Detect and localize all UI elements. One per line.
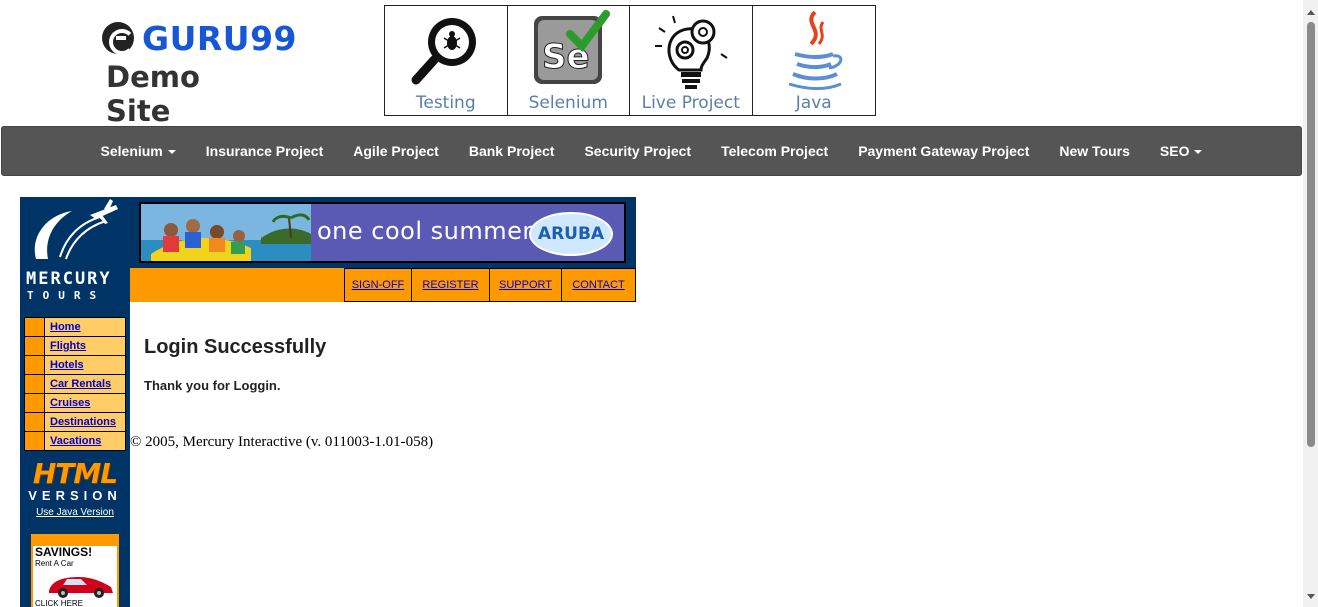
nav-label: SEO — [1159, 143, 1190, 159]
menu-bullet — [25, 318, 45, 336]
tile-label: Java — [795, 93, 832, 113]
mercury-sidebar: MERCURY TOURS Home Flights Hotels Car Re… — [20, 197, 130, 607]
brand-name: GURU99 — [142, 18, 298, 58]
magnifier-bug-icon — [411, 18, 476, 85]
side-menu-item-destinations: Destinations — [25, 413, 125, 431]
side-menu-item-cruises: Cruises — [25, 394, 125, 412]
nav-selenium[interactable]: Selenium — [86, 143, 191, 159]
side-menu-link[interactable]: Cruises — [45, 394, 90, 412]
page-title: Login Successfully — [144, 336, 327, 358]
banner-area: one cool summer ARUBA — [130, 197, 636, 268]
caret-down-icon — [167, 150, 176, 155]
tile-selenium[interactable]: Se Selenium — [508, 6, 630, 115]
nav-label: Security Project — [584, 143, 692, 159]
guru99-logo-icon — [102, 22, 135, 55]
mercury-top-bar: SIGN-OFF REGISTER SUPPORT CONTACT — [130, 268, 636, 302]
side-menu-item-home: Home — [25, 318, 125, 336]
nav-label: Agile Project — [353, 143, 439, 159]
tile-testing[interactable]: Testing — [385, 6, 508, 115]
nav-label: Selenium — [100, 143, 163, 159]
tile-label: Selenium — [528, 93, 608, 113]
side-menu-link[interactable]: Flights — [45, 337, 86, 355]
nav-label: New Tours — [1059, 143, 1130, 159]
side-menu-link[interactable]: Hotels — [45, 356, 84, 374]
mercury-logo-line1: MERCURY — [26, 269, 112, 289]
nav-agile-project[interactable]: Agile Project — [338, 143, 454, 159]
menu-bullet — [25, 413, 45, 431]
side-menu-item-car-rentals: Car Rentals — [25, 375, 125, 393]
menu-bullet — [25, 432, 45, 450]
nav-telecom-project[interactable]: Telecom Project — [706, 143, 843, 159]
caret-down-icon — [1194, 150, 1203, 155]
mercury-tours-logo[interactable]: MERCURY TOURS — [20, 197, 130, 307]
mercury-logo-line2: TOURS — [27, 289, 106, 302]
menu-bullet — [25, 356, 45, 374]
nav-payment-gateway-project[interactable]: Payment Gateway Project — [843, 143, 1044, 159]
nav-seo[interactable]: SEO — [1145, 143, 1218, 159]
scrollbar-thumb[interactable] — [1307, 22, 1315, 447]
side-menu-link[interactable]: Vacations — [45, 432, 101, 450]
scroll-down-arrow-icon[interactable] — [1307, 594, 1315, 599]
mercury-side-menu: Home Flights Hotels Car Rentals Cruises … — [24, 317, 126, 451]
login-message: Thank you for Loggin. — [144, 378, 281, 393]
tile-label: Live Project — [641, 93, 740, 113]
scroll-up-arrow-icon[interactable] — [1307, 10, 1315, 15]
side-menu-link[interactable]: Car Rentals — [45, 375, 111, 393]
ad-cta: CLICK HERE — [35, 599, 84, 607]
side-menu-item-flights: Flights — [25, 337, 125, 355]
html-version-badge: HTML VERSION Use Java Version — [28, 457, 122, 519]
side-menu-link[interactable]: Destinations — [45, 413, 116, 431]
sign-off-link[interactable]: SIGN-OFF — [345, 268, 412, 302]
menu-bullet — [25, 337, 45, 355]
side-menu-item-vacations: Vacations — [25, 432, 125, 450]
lightbulb-gear-icon — [654, 15, 728, 89]
beach-photo-icon — [141, 204, 311, 261]
nav-insurance-project[interactable]: Insurance Project — [191, 143, 339, 159]
aruba-badge: ARUBA — [529, 212, 613, 256]
ad-title: SAVINGS! — [35, 545, 93, 559]
tile-label: Testing — [415, 93, 476, 113]
tile-java[interactable]: Java — [753, 6, 876, 115]
vertical-scrollbar[interactable] — [1303, 0, 1318, 607]
nav-new-tours[interactable]: New Tours — [1044, 143, 1145, 159]
nav-label: Payment Gateway Project — [858, 143, 1030, 159]
main-navbar: Selenium Insurance Project Agile Project… — [1, 126, 1302, 176]
java-cup-icon — [788, 10, 842, 90]
banner-text: one cool summer — [317, 217, 533, 245]
nav-label: Bank Project — [468, 143, 555, 159]
tile-live-project[interactable]: Live Project — [630, 6, 753, 115]
airplane-logo-icon — [34, 199, 118, 260]
top-links: SIGN-OFF REGISTER SUPPORT CONTACT — [344, 268, 636, 302]
copyright-text: © 2005, Mercury Interactive (v. 011003-1… — [130, 434, 434, 450]
html-version-title: HTML — [32, 457, 118, 490]
menu-bullet — [25, 394, 45, 412]
aruba-banner[interactable]: one cool summer ARUBA — [139, 202, 626, 263]
nav-security-project[interactable]: Security Project — [569, 143, 706, 159]
red-car-icon — [49, 577, 113, 598]
brand-subtitle: Demo Site — [106, 60, 200, 128]
nav-bank-project[interactable]: Bank Project — [454, 143, 570, 159]
support-link[interactable]: SUPPORT — [490, 268, 562, 302]
course-tiles: Testing Se Selenium Live Project Java — [384, 5, 876, 116]
nav-label: Insurance Project — [205, 143, 324, 159]
contact-link[interactable]: CONTACT — [562, 268, 636, 302]
menu-bullet — [25, 375, 45, 393]
side-menu-item-hotels: Hotels — [25, 356, 125, 374]
side-menu-link[interactable]: Home — [45, 318, 81, 336]
version-title: VERSION — [28, 488, 122, 503]
register-link[interactable]: REGISTER — [412, 268, 490, 302]
selenium-check-icon: Se — [534, 10, 611, 84]
use-java-version-link[interactable]: Use Java Version — [28, 507, 122, 518]
brand-logo[interactable]: GURU99 Demo Site — [102, 18, 297, 128]
rent-a-car-ad[interactable]: SAVINGS! Rent A Car CLICK HERE — [31, 534, 119, 607]
nav-label: Telecom Project — [721, 143, 829, 159]
ad-subtitle: Rent A Car — [35, 559, 74, 568]
